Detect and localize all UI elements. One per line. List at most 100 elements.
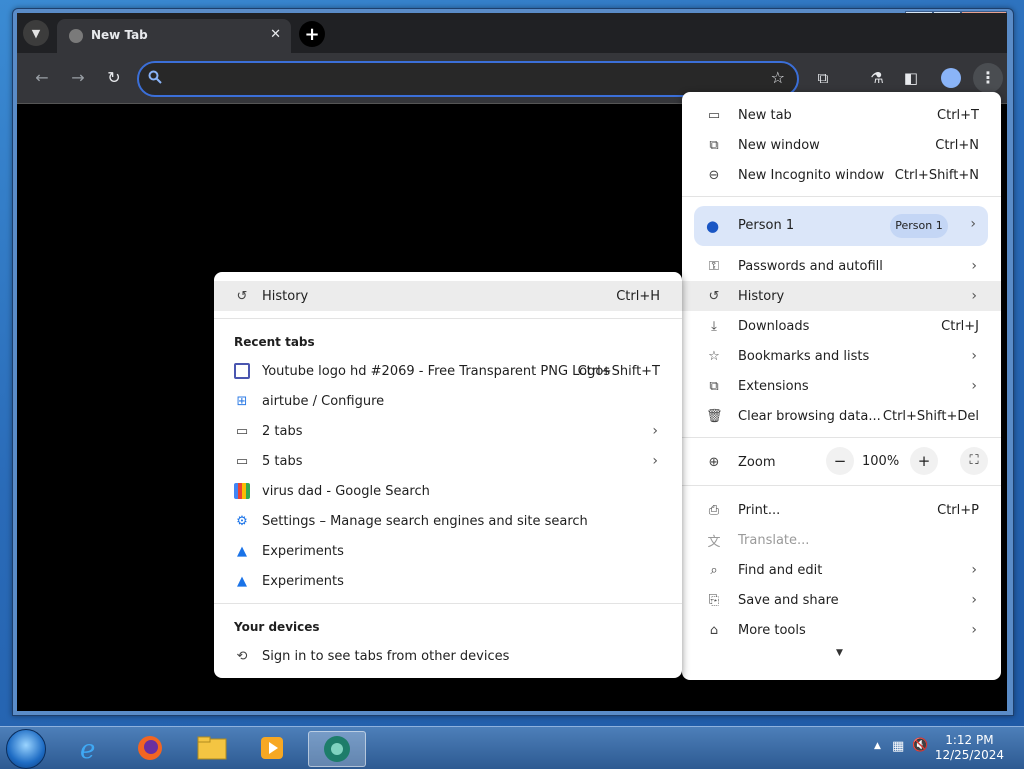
sign-in-devices-item[interactable]: ⟲ Sign in to see tabs from other devices: [214, 641, 682, 671]
zoom-icon: ⊕: [708, 454, 720, 470]
extensions-puzzle-icon[interactable]: ⧉: [811, 66, 835, 90]
reload-icon[interactable]: ↻: [103, 67, 125, 89]
tab-strip: ▼ New Tab ✕ +: [17, 13, 1007, 53]
chevron-right-icon: ›: [971, 258, 977, 274]
search-icon: [148, 70, 162, 84]
download-icon: ⤓: [711, 318, 717, 334]
puzzle-icon: ⧉: [709, 378, 719, 394]
menu-item-passwords[interactable]: ⚿ Passwords and autofill ›: [682, 251, 1001, 281]
bookmark-star-icon[interactable]: ☆: [771, 68, 785, 87]
clock-time: 1:12 PM: [945, 733, 994, 747]
start-button[interactable]: [6, 729, 46, 769]
person-icon: ●: [706, 217, 720, 235]
site-favicon: [234, 363, 250, 379]
labs-flask-icon[interactable]: ⚗: [865, 66, 889, 90]
clock[interactable]: 1:12 PM 12/25/2024: [935, 733, 1004, 763]
chevron-right-icon: ›: [970, 216, 976, 232]
system-tray: ▲ ▦ 🔇 1:12 PM 12/25/2024: [864, 727, 1024, 769]
zoom-in-button[interactable]: +: [910, 447, 938, 475]
back-arrow-icon[interactable]: ←: [31, 67, 53, 89]
fullscreen-icon[interactable]: ⛶: [960, 447, 988, 475]
recent-tab-item[interactable]: ▲ Experiments: [214, 536, 682, 566]
airtube-favicon: ⊞: [236, 393, 248, 409]
flask-icon: ▲: [237, 543, 247, 559]
star-icon: ☆: [708, 348, 720, 364]
media-player-icon[interactable]: [246, 731, 298, 765]
divider: [682, 437, 1001, 438]
recent-window-item[interactable]: ▭ 5 tabs ›: [214, 446, 682, 476]
internet-explorer-icon[interactable]: e: [64, 731, 116, 765]
print-icon: ⎙: [708, 502, 720, 518]
recent-tab-item[interactable]: ⊞ airtube / Configure: [214, 386, 682, 416]
menu-item-bookmarks[interactable]: ☆ Bookmarks and lists ›: [682, 341, 1001, 371]
menu-item-save-share[interactable]: ⎘ Save and share ›: [682, 585, 1001, 615]
new-window-icon: ⧉: [709, 137, 719, 153]
chrome-main-menu: ▭ New tab Ctrl+T ⧉ New window Ctrl+N ⊖ N…: [682, 92, 1001, 680]
settings-icon: ⚙: [236, 513, 248, 529]
your-devices-heading: Your devices: [234, 620, 320, 634]
window-icon: ▭: [235, 423, 249, 439]
profile-chip: Person 1: [890, 214, 948, 238]
zoom-label: Zoom: [738, 454, 776, 470]
recent-tab-item[interactable]: Youtube logo hd #2069 - Free Transparent…: [214, 356, 682, 386]
sync-icon: ⟲: [236, 648, 248, 664]
forward-arrow-icon[interactable]: →: [67, 67, 89, 89]
recent-tab-item[interactable]: ▲ Experiments: [214, 566, 682, 596]
zoom-level: 100%: [862, 454, 900, 469]
tab-new-tab[interactable]: New Tab ✕: [57, 19, 291, 53]
profile-avatar-icon[interactable]: [941, 68, 961, 88]
menu-item-print[interactable]: ⎙ Print... Ctrl+P: [682, 495, 1001, 525]
firefox-icon[interactable]: [124, 731, 176, 765]
chevron-right-icon: ›: [652, 423, 658, 439]
recent-tab-item[interactable]: virus dad - Google Search: [214, 476, 682, 506]
menu-item-more-tools[interactable]: ⌂ More tools ›: [682, 615, 1001, 645]
zoom-row: ⊕ Zoom − 100% + ⛶: [682, 447, 1001, 477]
side-panel-icon[interactable]: ◧: [899, 66, 923, 90]
tab-search-button[interactable]: ▼: [23, 20, 49, 46]
chevron-right-icon: ›: [971, 348, 977, 364]
menu-item-extensions[interactable]: ⧉ Extensions ›: [682, 371, 1001, 401]
menu-item-new-window[interactable]: ⧉ New window Ctrl+N: [682, 130, 1001, 160]
chevron-right-icon: ›: [971, 562, 977, 578]
menu-item-new-incognito[interactable]: ⊖ New Incognito window Ctrl+Shift+N: [682, 160, 1001, 190]
menu-item-find-edit[interactable]: ⌕ Find and edit ›: [682, 555, 1001, 585]
trash-icon: 🗑: [706, 408, 723, 424]
scroll-down-caret-icon[interactable]: ▼: [836, 648, 843, 658]
window-icon: ▭: [235, 453, 249, 469]
globe-icon: [69, 29, 83, 43]
tab-title: New Tab: [91, 28, 148, 42]
chrome-taskbar-icon[interactable]: [308, 731, 366, 767]
chevron-down-icon: ▼: [31, 26, 41, 40]
submenu-item-history[interactable]: ↺ History Ctrl+H: [214, 281, 682, 311]
file-explorer-icon[interactable]: [186, 731, 238, 765]
history-icon: ↺: [708, 288, 720, 304]
new-tab-icon: ▭: [707, 107, 721, 123]
find-icon: ⌕: [710, 562, 718, 578]
menu-item-downloads[interactable]: ⤓ Downloads Ctrl+J: [682, 311, 1001, 341]
history-icon: ↺: [236, 288, 248, 304]
svg-text:e: e: [80, 735, 95, 762]
clock-date: 12/25/2024: [934, 748, 1004, 762]
divider: [682, 485, 1001, 486]
divider: [682, 196, 1001, 197]
recent-window-item[interactable]: ▭ 2 tabs ›: [214, 416, 682, 446]
chevron-right-icon: ›: [652, 453, 658, 469]
menu-item-new-tab[interactable]: ▭ New tab Ctrl+T: [682, 100, 1001, 130]
kebab-menu-icon[interactable]: ⋮: [973, 63, 1003, 93]
new-tab-button[interactable]: +: [299, 21, 325, 47]
show-hidden-icons-icon[interactable]: ▲: [874, 741, 881, 751]
volume-muted-icon[interactable]: 🔇: [912, 738, 928, 753]
recent-tab-item[interactable]: ⚙ Settings – Manage search engines and s…: [214, 506, 682, 536]
google-favicon: [234, 483, 250, 499]
menu-item-clear-data[interactable]: 🗑 Clear browsing data... Ctrl+Shift+Del: [682, 401, 1001, 431]
chevron-right-icon: ›: [971, 592, 977, 608]
chevron-right-icon: ›: [971, 378, 977, 394]
profile-row[interactable]: ● Person 1 Person 1 ›: [694, 206, 988, 246]
zoom-out-button[interactable]: −: [826, 447, 854, 475]
close-tab-icon[interactable]: ✕: [270, 27, 281, 42]
save-share-icon: ⎘: [708, 592, 720, 608]
network-icon[interactable]: ▦: [892, 739, 904, 754]
menu-item-translate: 文 Translate...: [707, 532, 810, 550]
recent-tabs-heading: Recent tabs: [234, 335, 315, 349]
menu-item-history[interactable]: ↺ History ›: [682, 281, 1001, 311]
